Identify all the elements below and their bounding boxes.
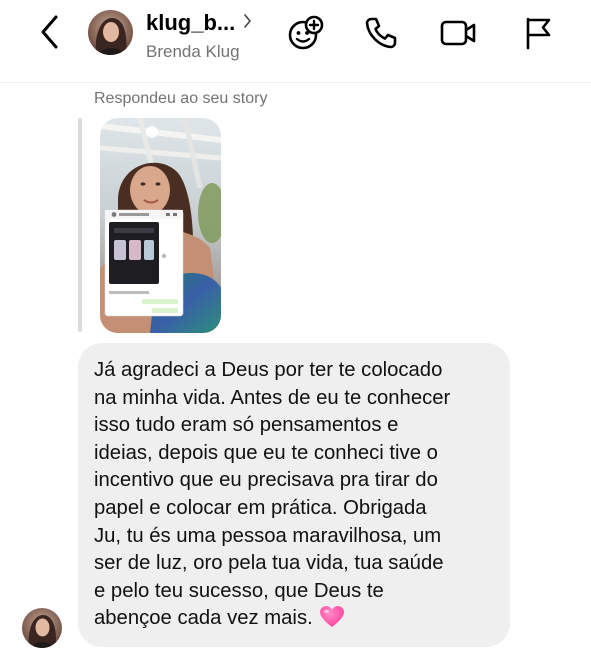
- report-button[interactable]: [518, 13, 558, 53]
- dm-thread-screen: klug_b... Brenda Klug Respondeu ao seu s…: [0, 0, 591, 654]
- username: klug_b...: [146, 10, 236, 35]
- chevron-right-icon: [243, 14, 252, 28]
- message-bubble[interactable]: Já agradeci a Deus por ter te colocado n…: [78, 343, 510, 647]
- story-thumbnail[interactable]: [100, 118, 221, 333]
- avatar[interactable]: [88, 10, 133, 55]
- video-camera-icon: [440, 20, 476, 46]
- chevron-left-icon: [41, 15, 58, 49]
- call-button[interactable]: [361, 13, 401, 53]
- full-name: Brenda Klug: [146, 42, 240, 61]
- avatar[interactable]: [22, 608, 62, 648]
- thread-header: klug_b... Brenda Klug: [0, 0, 591, 83]
- reply-divider: [78, 118, 82, 332]
- video-call-button[interactable]: [438, 13, 478, 53]
- story-reply-note: Respondeu ao seu story: [94, 90, 268, 107]
- pink-heart-icon: [319, 605, 345, 634]
- message-text: Já agradeci a Deus por ter te colocado n…: [94, 359, 451, 630]
- phone-icon: [365, 17, 397, 49]
- effects-button[interactable]: [286, 13, 326, 53]
- face-plus-icon: [288, 15, 324, 50]
- flag-icon: [526, 17, 551, 50]
- profile-link[interactable]: klug_b... Brenda Klug: [146, 8, 276, 62]
- back-button[interactable]: [32, 14, 68, 50]
